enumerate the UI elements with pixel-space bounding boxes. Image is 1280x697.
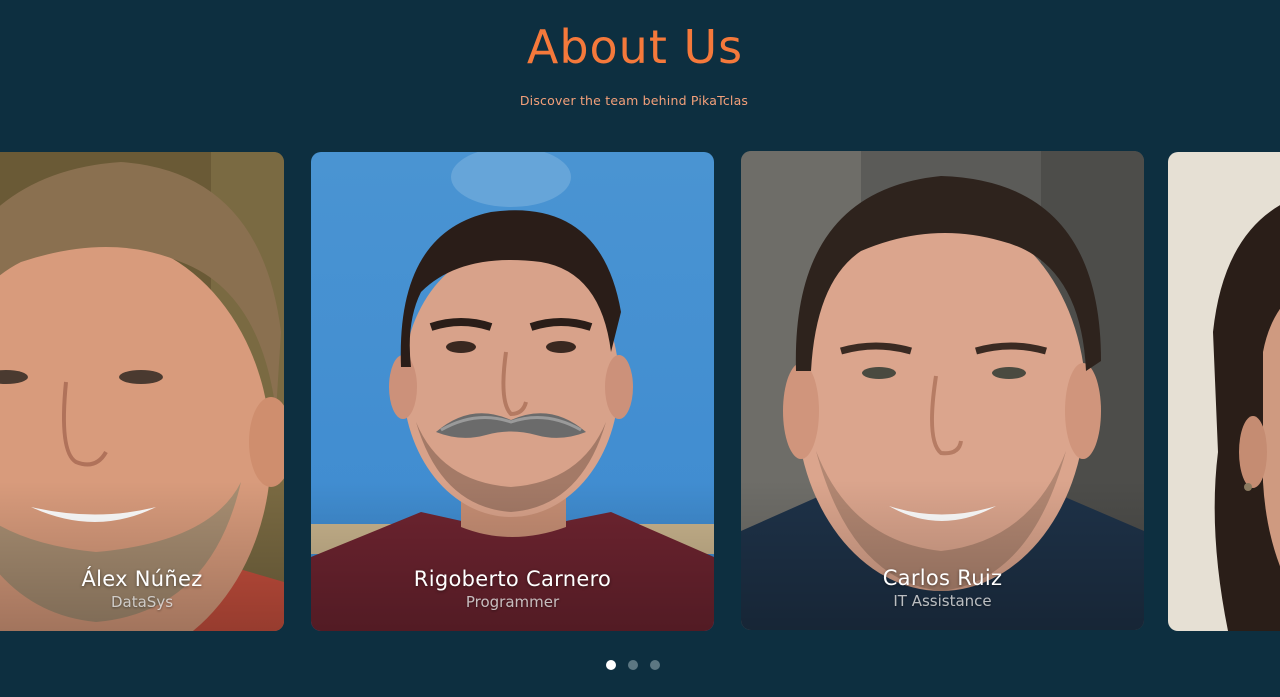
team-card-partial-right[interactable] [1168, 152, 1280, 631]
carousel-pagination [606, 660, 660, 670]
page-subtitle: Discover the team behind PikaTclas [519, 93, 749, 108]
team-member-role: DataSys [110, 593, 174, 611]
carousel-dot-1[interactable] [606, 660, 616, 670]
team-card-caption: Carlos Ruiz IT Assistance [741, 566, 1144, 610]
team-member-name: Carlos Ruiz [882, 566, 1003, 590]
carousel-dot-3[interactable] [650, 660, 660, 670]
team-card-caption: Rigoberto Carnero Programmer [311, 567, 714, 611]
carousel-dot-2[interactable] [628, 660, 638, 670]
team-member-name: Rigoberto Carnero [413, 567, 612, 591]
about-us-page: Álex Núñez DataSys Rigoberto Carnero Pro… [0, 0, 1280, 697]
team-card-alex-nunez[interactable]: Álex Núñez DataSys [0, 152, 284, 631]
team-member-role: Programmer [465, 593, 560, 611]
team-member-photo [1168, 152, 1280, 631]
page-title: About Us [526, 20, 744, 74]
team-member-role: IT Assistance [893, 592, 992, 610]
team-card-carlos-ruiz[interactable]: Carlos Ruiz IT Assistance [741, 151, 1144, 630]
team-member-name: Álex Núñez [81, 567, 203, 591]
team-card-rigoberto-carnero[interactable]: Rigoberto Carnero Programmer [311, 152, 714, 631]
team-card-caption: Álex Núñez DataSys [0, 567, 284, 611]
